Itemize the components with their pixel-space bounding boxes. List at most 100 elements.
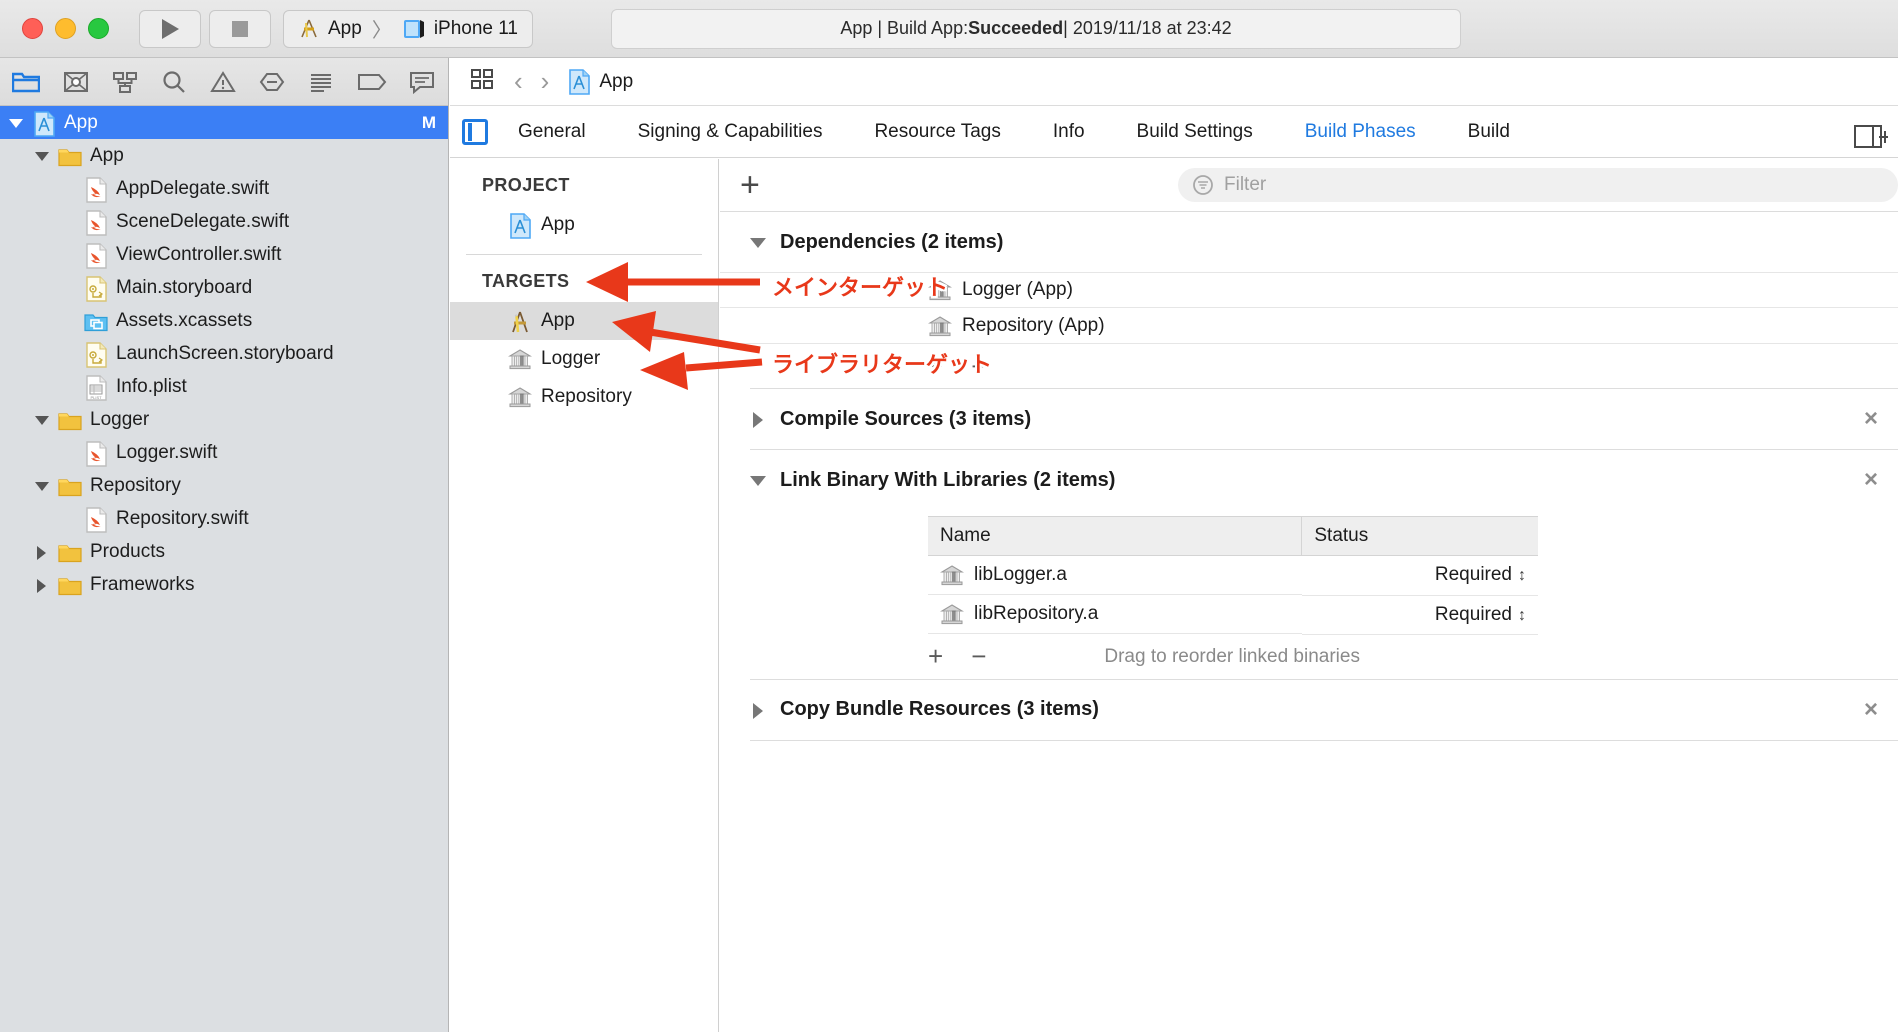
tab-resource-tags[interactable]: Resource Tags [848, 121, 1026, 143]
stop-button[interactable] [209, 9, 271, 48]
phase-section-link-binary-with-libraries-2-items-: Link Binary With Libraries (2 items) × Nam… [720, 450, 1898, 680]
source-control-icon[interactable] [62, 68, 89, 96]
navigator-row-label: AppDelegate.swift [116, 177, 270, 199]
run-button[interactable] [139, 9, 201, 48]
svg-text:PLIST: PLIST [90, 395, 102, 400]
dependency-row[interactable]: Repository (App) [720, 308, 1898, 344]
target-item-app[interactable]: App [450, 302, 718, 340]
add-item-button[interactable]: + [928, 641, 943, 672]
remove-phase-icon[interactable]: × [1864, 405, 1878, 433]
target-item-repository[interactable]: Repository [450, 378, 718, 416]
tab-signing-capabilities[interactable]: Signing & Capabilities [612, 121, 849, 143]
phase-header[interactable]: Dependencies (2 items) [720, 212, 1898, 272]
navigator-row-frameworks[interactable]: Frameworks [0, 568, 448, 601]
phase-header[interactable]: Copy Bundle Resources (3 items) × [720, 680, 1898, 740]
linked-libraries-table[interactable]: Name Status libLogger.a Required ↕ libReposit… [928, 516, 1538, 635]
targets-item-list[interactable]: App Logger Repository [450, 302, 718, 416]
remove-phase-icon[interactable]: × [1864, 466, 1878, 494]
navigator-row-label: Repository [90, 474, 181, 496]
folder-icon[interactable] [12, 68, 40, 96]
navigator-row-viewcontroller-swift[interactable]: ViewController.swift [0, 238, 448, 271]
tab-build-phases[interactable]: Build Phases [1279, 121, 1442, 143]
navigator-row-repository-swift[interactable]: Repository.swift [0, 502, 448, 535]
zoom-button[interactable] [88, 18, 109, 39]
project-item-list[interactable]: App [450, 206, 718, 244]
navigator-row-assets-xcassets[interactable]: Assets.xcassets [0, 304, 448, 337]
navigator-row-label: Products [90, 540, 165, 562]
test-icon[interactable] [259, 68, 286, 96]
library-status-cell[interactable]: Required ↕ [1301, 595, 1538, 635]
status-bar[interactable]: App | Build App: Succeeded | 2019/11/18 … [610, 8, 1461, 49]
remove-phase-icon[interactable]: × [1864, 696, 1878, 724]
disclosure-right-icon[interactable] [750, 411, 766, 428]
report-icon[interactable] [409, 68, 436, 96]
project-item-label: App [541, 214, 575, 235]
editor-layout-icon[interactable] [462, 118, 488, 145]
twisty-placeholder [60, 346, 76, 362]
navigator-row-info-plist[interactable]: PLIST Info.plist [0, 370, 448, 403]
swift-file-icon [84, 440, 108, 467]
symbol-icon[interactable] [111, 68, 138, 96]
navigator-row-main-storyboard[interactable]: Main.storyboard [0, 271, 448, 304]
twisty-down-icon[interactable] [34, 148, 50, 164]
column-header-name[interactable]: Name [928, 516, 1302, 556]
navigator-row-logger[interactable]: Logger [0, 403, 448, 436]
tab-general[interactable]: General [492, 121, 612, 143]
editor-breadcrumb[interactable]: App [567, 68, 633, 95]
phase-header[interactable]: Link Binary With Libraries (2 items) × [720, 450, 1898, 510]
minimize-button[interactable] [55, 18, 76, 39]
debug-icon[interactable] [308, 68, 335, 96]
library-target-icon [508, 349, 532, 370]
stop-icon [232, 20, 248, 37]
navigator-row-products[interactable]: Products [0, 535, 448, 568]
folder-icon [58, 540, 82, 564]
scheme-selector[interactable]: App 〉 iPhone 11 [283, 9, 533, 48]
phase-header[interactable]: Compile Sources (3 items) × [720, 389, 1898, 449]
editor-options-button[interactable] [1854, 124, 1891, 155]
disclosure-down-icon[interactable] [750, 472, 766, 488]
twisty-right-icon[interactable] [34, 544, 50, 560]
navigator-row-app[interactable]: App M [0, 106, 448, 139]
close-button[interactable] [22, 18, 43, 39]
table-row[interactable]: libLogger.a Required ↕ [928, 555, 1538, 596]
search-icon[interactable] [160, 68, 187, 96]
project-item-app[interactable]: App [450, 206, 718, 244]
navigator-row-logger-swift[interactable]: Logger.swift [0, 436, 448, 469]
target-item-logger[interactable]: Logger [450, 340, 718, 378]
library-status-cell[interactable]: Required ↕ [1301, 555, 1538, 596]
navigator-row-repository[interactable]: Repository [0, 469, 448, 502]
xcode-project-icon [34, 110, 55, 137]
twisty-down-icon[interactable] [34, 412, 50, 428]
status-stepper-icon[interactable]: ↕ [1518, 607, 1526, 625]
tab-build-settings[interactable]: Build Settings [1111, 121, 1279, 143]
navigator-row-label: Assets.xcassets [116, 309, 253, 331]
project-targets-sidebar[interactable]: PROJECT App TARGETS App Logger Repository [450, 159, 719, 1032]
navigator-row-appdelegate-swift[interactable]: AppDelegate.swift [0, 172, 448, 205]
inspector-tab-bar[interactable]: General Signing & Capabilities Resource Ta… [450, 106, 1898, 158]
remove-item-button[interactable]: − [971, 641, 986, 672]
column-header-status[interactable]: Status [1301, 516, 1538, 556]
twisty-right-icon[interactable] [34, 577, 50, 593]
issue-warning-icon[interactable] [209, 68, 236, 96]
navigator-row-launchscreen-storyboard[interactable]: LaunchScreen.storyboard [0, 337, 448, 370]
phase-section-compile-sources-3-items-: Compile Sources (3 items) × [720, 389, 1898, 450]
xcode-window: App 〉 iPhone 11 App | Build App: Succeed… [0, 0, 1898, 1032]
disclosure-down-icon[interactable] [750, 234, 766, 250]
disclosure-right-icon[interactable] [750, 702, 766, 719]
back-button[interactable]: ‹ [514, 66, 523, 97]
project-navigator-tree[interactable]: App M App AppDelegate.swift SceneDelegate.sw… [0, 106, 448, 601]
tab-info[interactable]: Info [1027, 121, 1111, 143]
add-build-phase-button[interactable]: + [740, 168, 760, 202]
navigator-row-app[interactable]: App [0, 139, 448, 172]
filter-field[interactable]: Filter [1178, 168, 1898, 202]
twisty-placeholder [60, 247, 76, 263]
forward-button[interactable]: › [541, 66, 550, 97]
related-items-icon[interactable] [470, 67, 496, 96]
breakpoint-icon[interactable] [357, 68, 387, 96]
navigator-row-scenedelegate-swift[interactable]: SceneDelegate.swift [0, 205, 448, 238]
tab-build[interactable]: Build [1442, 121, 1536, 143]
twisty-down-icon[interactable] [8, 115, 24, 131]
status-stepper-icon[interactable]: ↕ [1518, 567, 1526, 585]
twisty-down-icon[interactable] [34, 478, 50, 494]
table-row[interactable]: libRepository.a Required ↕ [928, 595, 1538, 635]
